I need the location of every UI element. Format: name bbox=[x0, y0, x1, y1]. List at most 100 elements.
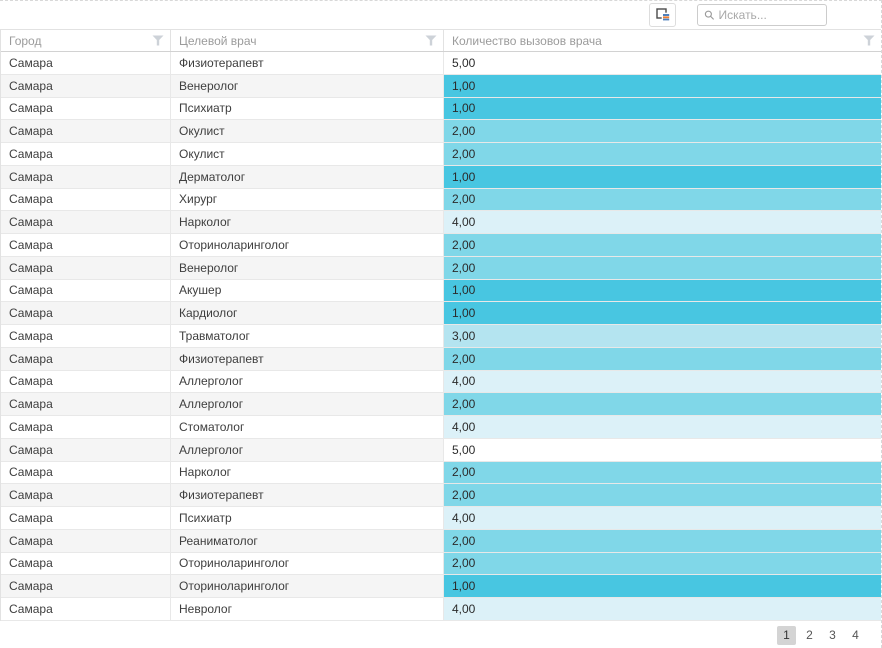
cell-city: Самара bbox=[1, 371, 171, 394]
cell-doctor: Кардиолог bbox=[171, 302, 444, 325]
cell-calls: 2,00 bbox=[444, 189, 881, 212]
cell-doctor: Оториноларинголог bbox=[171, 575, 444, 598]
cell-city: Самара bbox=[1, 416, 171, 439]
cell-doctor: Травматолог bbox=[171, 325, 444, 348]
table-row[interactable]: Самара Аллерголог 2,00 bbox=[1, 393, 881, 416]
table-row[interactable]: Самара Аллерголог 4,00 bbox=[1, 371, 881, 394]
page-button-4[interactable]: 4 bbox=[846, 626, 865, 645]
cell-calls: 4,00 bbox=[444, 416, 881, 439]
cell-calls: 1,00 bbox=[444, 98, 881, 121]
table-row[interactable]: Самара Стоматолог 4,00 bbox=[1, 416, 881, 439]
search-box bbox=[697, 4, 827, 26]
cell-city: Самара bbox=[1, 348, 171, 371]
cell-city: Самара bbox=[1, 553, 171, 576]
cell-calls: 5,00 bbox=[444, 52, 881, 75]
cell-doctor: Реаниматолог bbox=[171, 530, 444, 553]
page-button-1[interactable]: 1 bbox=[777, 626, 796, 645]
cell-city: Самара bbox=[1, 189, 171, 212]
cell-doctor: Аллерголог bbox=[171, 393, 444, 416]
cell-city: Самара bbox=[1, 393, 171, 416]
filter-icon[interactable] bbox=[152, 35, 164, 46]
cell-city: Самара bbox=[1, 280, 171, 303]
table-row[interactable]: Самара Реаниматолог 2,00 bbox=[1, 530, 881, 553]
cell-calls: 2,00 bbox=[444, 257, 881, 280]
cell-calls: 5,00 bbox=[444, 439, 881, 462]
cell-calls: 1,00 bbox=[444, 302, 881, 325]
table-row[interactable]: Самара Кардиолог 1,00 bbox=[1, 302, 881, 325]
table-row[interactable]: Самара Венеролог 2,00 bbox=[1, 257, 881, 280]
cell-calls: 1,00 bbox=[444, 166, 881, 189]
cell-calls: 2,00 bbox=[444, 530, 881, 553]
cell-doctor: Хирург bbox=[171, 189, 444, 212]
cell-calls: 2,00 bbox=[444, 120, 881, 143]
grid-header-row: Город Целевой врач Количество вызовов вр… bbox=[1, 30, 881, 52]
pager: 1234 bbox=[0, 626, 865, 645]
grid-body: Самара Физиотерапевт 5,00 Самара Венерол… bbox=[1, 52, 881, 621]
cell-city: Самара bbox=[1, 120, 171, 143]
column-header-doctor[interactable]: Целевой врач bbox=[171, 30, 444, 51]
cell-city: Самара bbox=[1, 143, 171, 166]
column-chooser-button[interactable] bbox=[649, 3, 676, 27]
table-row[interactable]: Самара Оториноларинголог 1,00 bbox=[1, 575, 881, 598]
table-row[interactable]: Самара Невролог 4,00 bbox=[1, 598, 881, 621]
cell-city: Самара bbox=[1, 257, 171, 280]
table-row[interactable]: Самара Физиотерапевт 5,00 bbox=[1, 52, 881, 75]
cell-city: Самара bbox=[1, 302, 171, 325]
cell-city: Самара bbox=[1, 234, 171, 257]
cell-doctor: Физиотерапевт bbox=[171, 52, 444, 75]
filter-icon[interactable] bbox=[425, 35, 437, 46]
cell-doctor: Аллерголог bbox=[171, 371, 444, 394]
cell-doctor: Оториноларинголог bbox=[171, 553, 444, 576]
column-header-city[interactable]: Город bbox=[1, 30, 171, 51]
cell-doctor: Акушер bbox=[171, 280, 444, 303]
table-row[interactable]: Самара Хирург 2,00 bbox=[1, 189, 881, 212]
table-row[interactable]: Самара Венеролог 1,00 bbox=[1, 75, 881, 98]
cell-calls: 2,00 bbox=[444, 143, 881, 166]
cell-doctor: Стоматолог bbox=[171, 416, 444, 439]
cell-city: Самара bbox=[1, 462, 171, 485]
cell-city: Самара bbox=[1, 166, 171, 189]
table-row[interactable]: Самара Аллерголог 5,00 bbox=[1, 439, 881, 462]
column-header-label: Количество вызовов врача bbox=[452, 34, 602, 48]
table-row[interactable]: Самара Нарколог 2,00 bbox=[1, 462, 881, 485]
table-row[interactable]: Самара Оториноларинголог 2,00 bbox=[1, 234, 881, 257]
cell-calls: 3,00 bbox=[444, 325, 881, 348]
column-header-label: Целевой врач bbox=[179, 34, 257, 48]
filter-icon[interactable] bbox=[863, 35, 875, 46]
cell-calls: 1,00 bbox=[444, 575, 881, 598]
cell-calls: 2,00 bbox=[444, 462, 881, 485]
table-row[interactable]: Самара Физиотерапевт 2,00 bbox=[1, 348, 881, 371]
page-button-2[interactable]: 2 bbox=[800, 626, 819, 645]
table-row[interactable]: Самара Оториноларинголог 2,00 bbox=[1, 553, 881, 576]
cell-doctor: Физиотерапевт bbox=[171, 348, 444, 371]
cell-doctor: Нарколог bbox=[171, 211, 444, 234]
table-row[interactable]: Самара Физиотерапевт 2,00 bbox=[1, 484, 881, 507]
cell-city: Самара bbox=[1, 439, 171, 462]
cell-calls: 4,00 bbox=[444, 211, 881, 234]
cell-doctor: Дерматолог bbox=[171, 166, 444, 189]
table-row[interactable]: Самара Нарколог 4,00 bbox=[1, 211, 881, 234]
column-chooser-icon bbox=[655, 7, 671, 23]
table-row[interactable]: Самара Акушер 1,00 bbox=[1, 280, 881, 303]
search-input[interactable] bbox=[719, 8, 822, 22]
table-row[interactable]: Самара Психиатр 4,00 bbox=[1, 507, 881, 530]
table-row[interactable]: Самара Дерматолог 1,00 bbox=[1, 166, 881, 189]
table-row[interactable]: Самара Травматолог 3,00 bbox=[1, 325, 881, 348]
cell-city: Самара bbox=[1, 52, 171, 75]
dashboard-grid-item: Город Целевой врач Количество вызовов вр… bbox=[0, 0, 882, 648]
cell-calls: 1,00 bbox=[444, 75, 881, 98]
cell-city: Самара bbox=[1, 575, 171, 598]
cell-city: Самара bbox=[1, 507, 171, 530]
column-header-calls[interactable]: Количество вызовов врача bbox=[444, 30, 881, 51]
cell-doctor: Окулист bbox=[171, 120, 444, 143]
table-row[interactable]: Самара Окулист 2,00 bbox=[1, 120, 881, 143]
table-row[interactable]: Самара Психиатр 1,00 bbox=[1, 98, 881, 121]
cell-doctor: Аллерголог bbox=[171, 439, 444, 462]
cell-doctor: Физиотерапевт bbox=[171, 484, 444, 507]
cell-doctor: Окулист bbox=[171, 143, 444, 166]
cell-city: Самара bbox=[1, 325, 171, 348]
table-row[interactable]: Самара Окулист 2,00 bbox=[1, 143, 881, 166]
cell-calls: 4,00 bbox=[444, 507, 881, 530]
cell-calls: 4,00 bbox=[444, 371, 881, 394]
page-button-3[interactable]: 3 bbox=[823, 626, 842, 645]
